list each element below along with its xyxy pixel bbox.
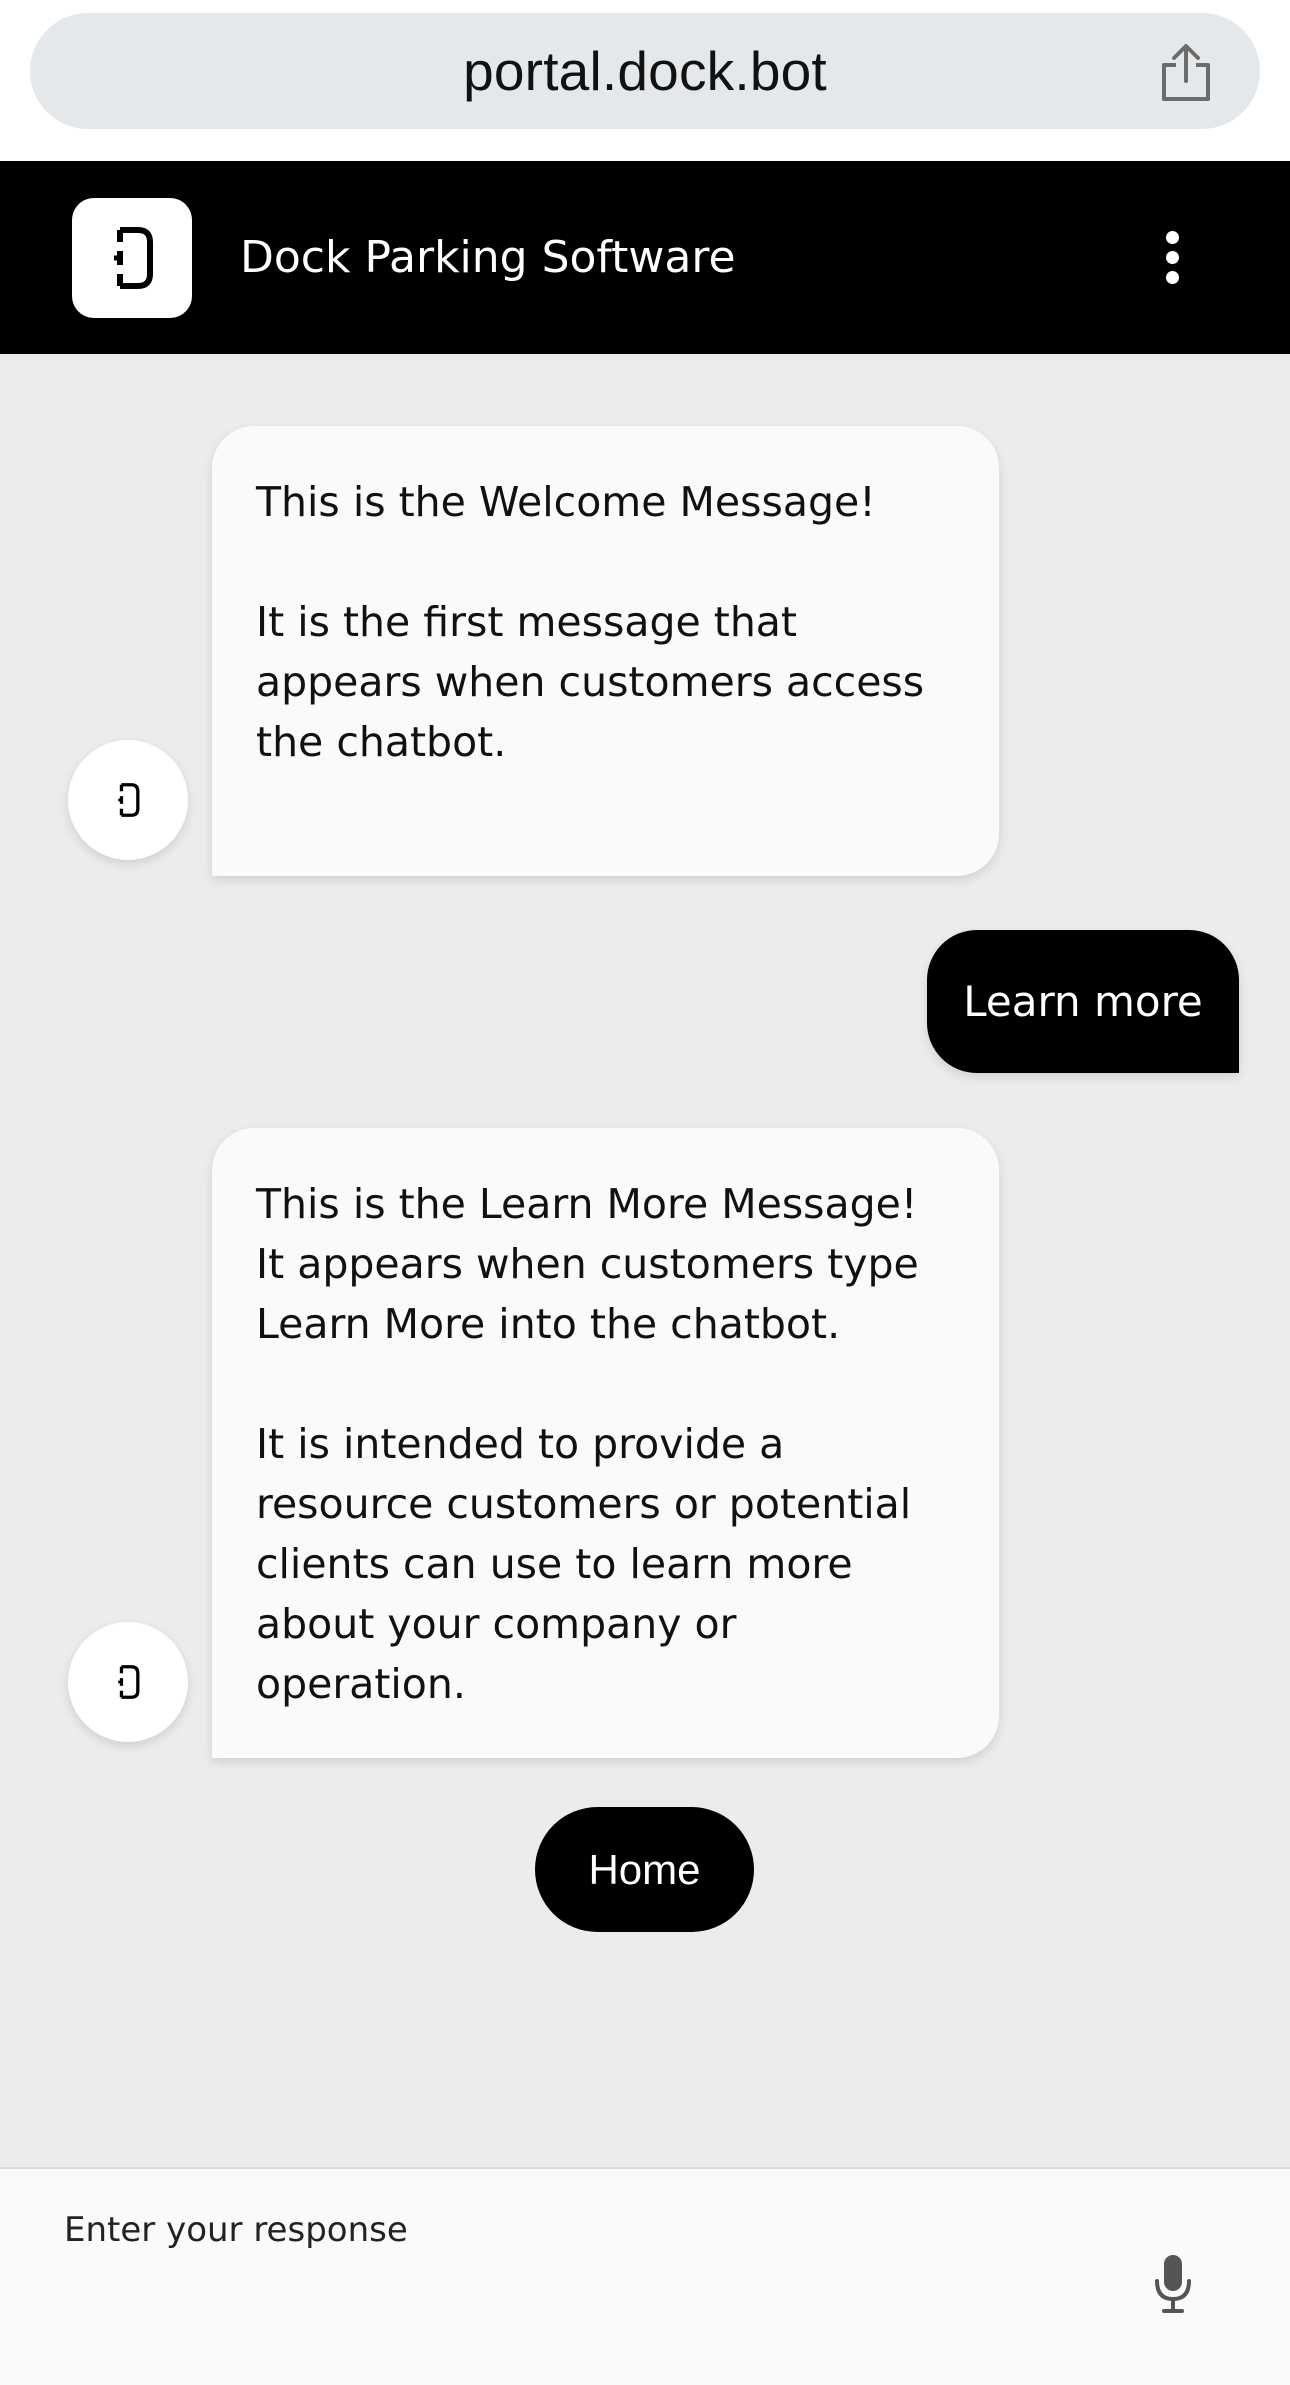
- microphone-icon[interactable]: [1152, 2253, 1194, 2315]
- dock-logo-icon: [72, 198, 192, 318]
- bot-avatar: [68, 1622, 188, 1742]
- bot-message: This is the Learn More Message! It appea…: [212, 1128, 999, 1758]
- bot-message: This is the Welcome Message! It is the f…: [212, 426, 999, 876]
- address-bar[interactable]: portal.dock.bot: [30, 13, 1260, 129]
- app-header: Dock Parking Software: [0, 161, 1290, 354]
- url-text: portal.dock.bot: [463, 40, 827, 102]
- share-icon[interactable]: [1156, 41, 1216, 103]
- input-bar: [0, 2167, 1290, 2385]
- user-message: Learn more: [927, 930, 1239, 1073]
- response-input[interactable]: [62, 2189, 1126, 2271]
- header-title: Dock Parking Software: [240, 232, 736, 283]
- dock-logo-icon: [118, 1665, 140, 1699]
- dock-logo-icon: [118, 783, 140, 817]
- more-vertical-icon[interactable]: [1154, 231, 1190, 285]
- home-quick-reply-button[interactable]: Home: [535, 1807, 754, 1932]
- browser-toolbar: portal.dock.bot: [0, 0, 1290, 161]
- chat-page: portal.dock.bot Dock Parking Software Th…: [0, 0, 1290, 2385]
- bot-avatar: [68, 740, 188, 860]
